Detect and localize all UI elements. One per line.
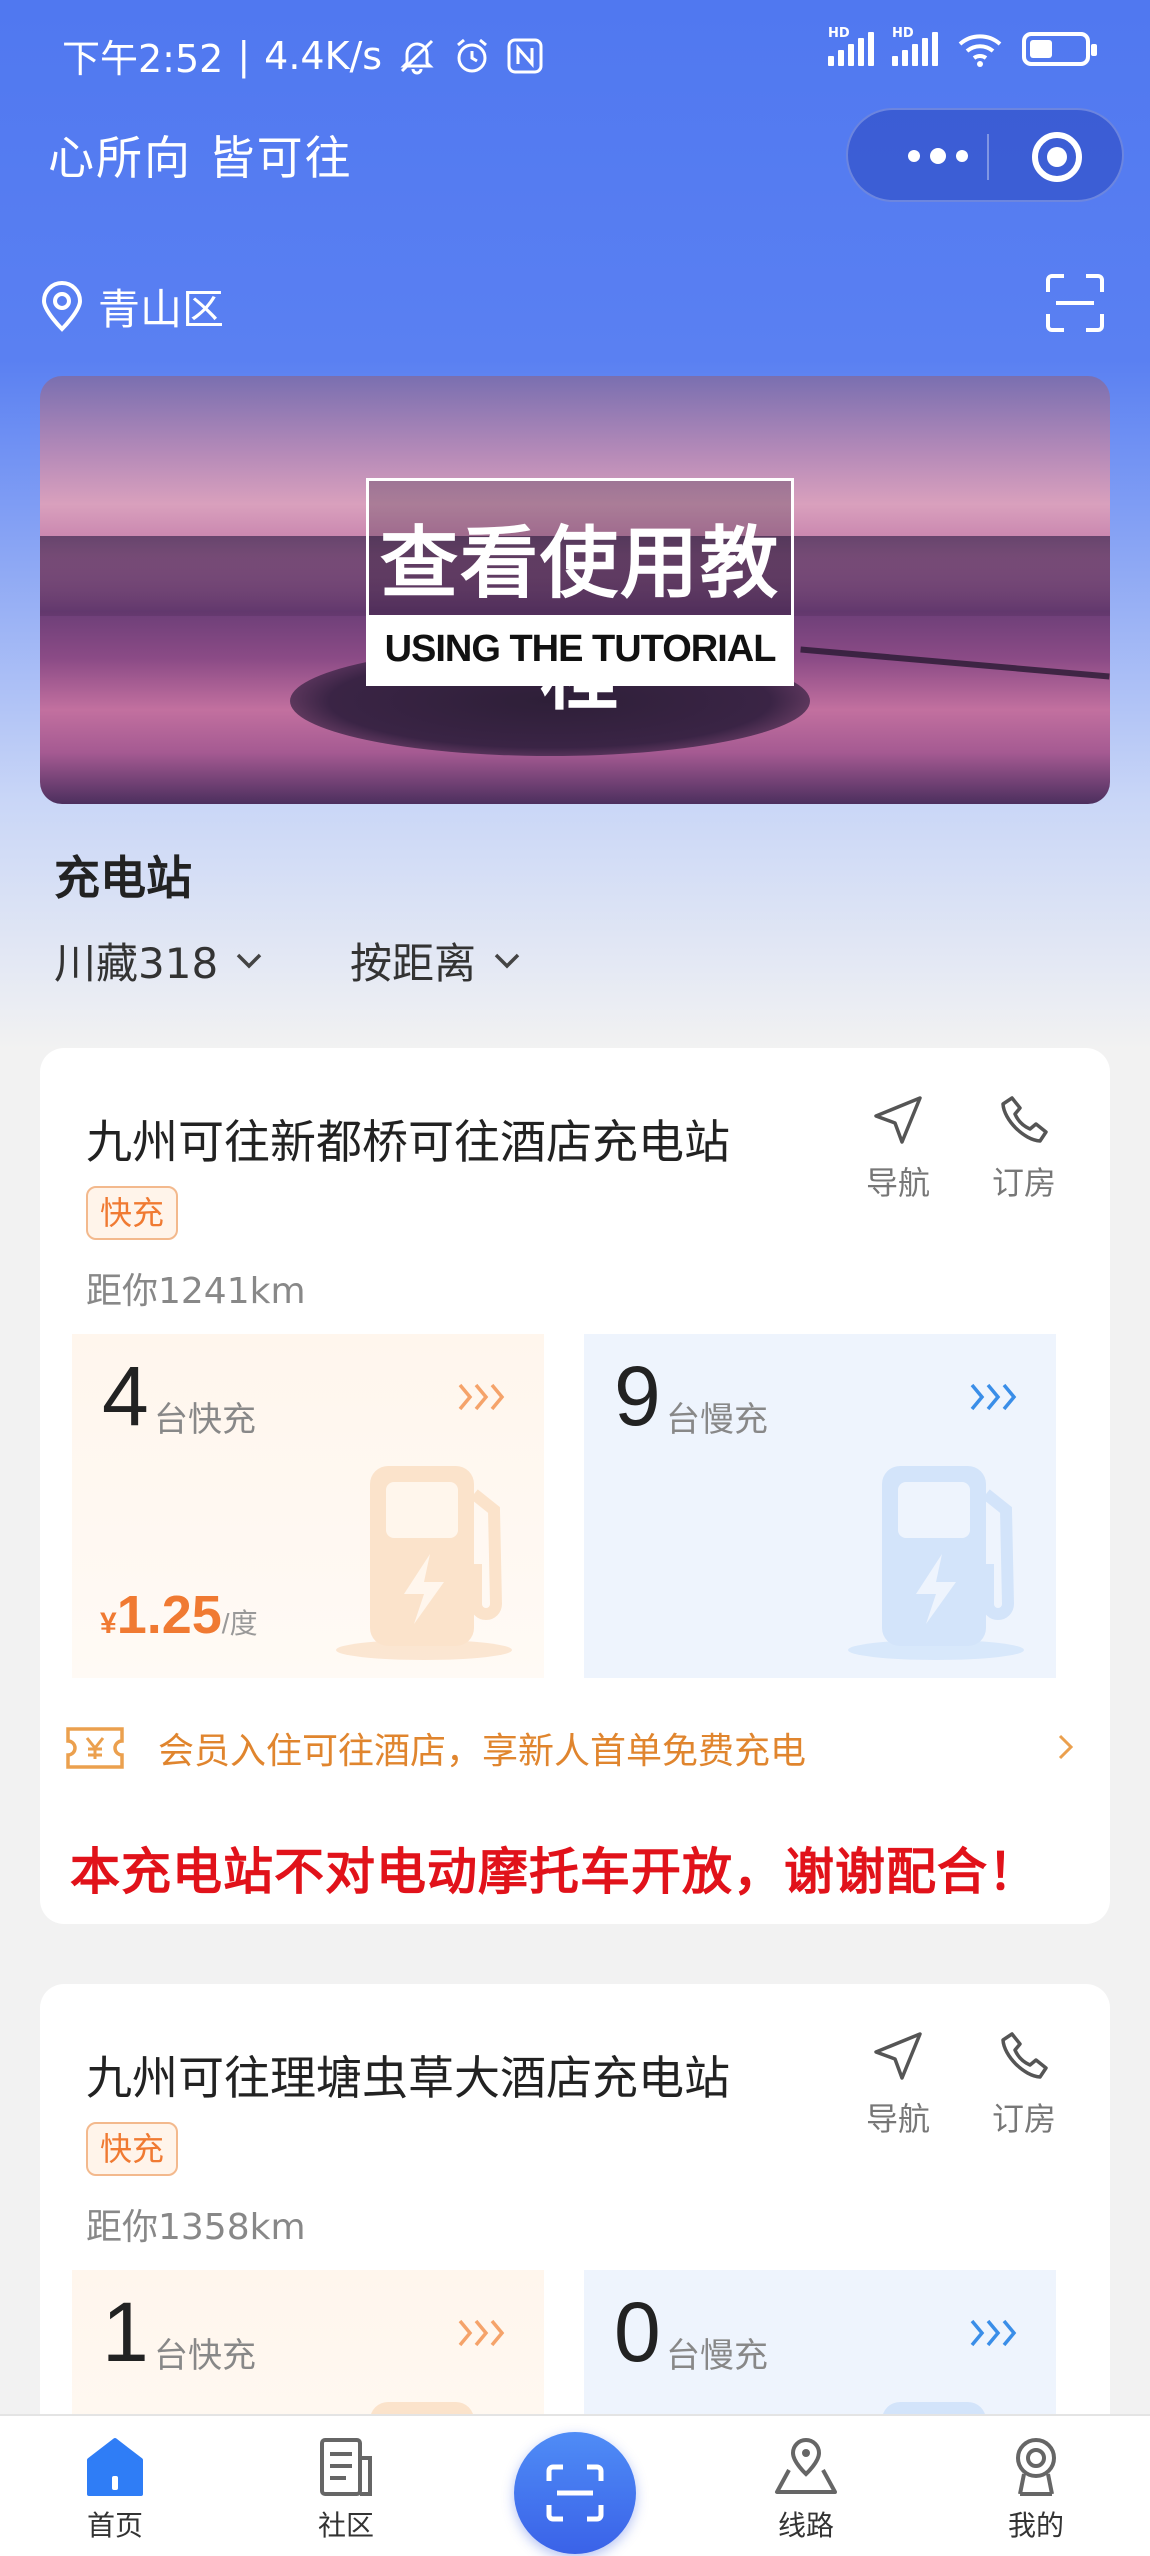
- nfc-icon: [507, 38, 543, 73]
- scan-icon[interactable]: [1044, 272, 1106, 334]
- banner-title-box: 查看使用教程 USING THE TUTORIAL: [366, 478, 794, 721]
- hd-label: HD: [828, 26, 850, 41]
- slow-charger-unit: 台慢充: [666, 2336, 768, 2376]
- slow-charger-count: 0: [614, 2285, 661, 2379]
- tab-mine[interactable]: 我的: [966, 2436, 1106, 2544]
- promo-text: 会员入住可往酒店，享新人首单免费充电: [158, 1731, 807, 1772]
- charging-pump-icon: [848, 1466, 1024, 1660]
- triple-chevron-orange-icon: [458, 2319, 505, 2347]
- book-room-button[interactable]: 订房: [984, 2026, 1064, 2140]
- close-target-icon[interactable]: [1032, 132, 1082, 182]
- tab-home-label: 首页: [86, 2509, 143, 2542]
- alarm-icon: [457, 38, 488, 72]
- station-distance: 距你1241km: [86, 1271, 306, 1312]
- route-map-pin-icon: [775, 2438, 837, 2494]
- navigate-arrow-icon: [874, 2032, 922, 2080]
- location-city: 青山区: [98, 285, 225, 334]
- mute-bell-icon: [400, 39, 434, 74]
- station-notice: 本充电站不对电动摩托车开放，谢谢配合！: [70, 1843, 1039, 1901]
- location-pin-icon: [41, 280, 83, 332]
- mini-program-capsule: [846, 108, 1124, 202]
- banner-title-cn: 查看使用教程: [379, 518, 780, 721]
- navigate-label: 导航: [865, 2100, 930, 2138]
- community-doc-icon: [320, 2438, 372, 2496]
- wifi-icon: [958, 34, 1002, 67]
- slow-charger-unit: 台慢充: [666, 1400, 768, 1440]
- fast-charger-count: 4: [102, 1349, 149, 1443]
- slow-charger-box[interactable]: 9 台慢充: [584, 1334, 1056, 1678]
- chevron-down-icon: [236, 953, 262, 968]
- status-time: 下午2:52: [62, 37, 224, 81]
- triple-chevron-orange-icon: [458, 1383, 505, 1411]
- signal-icon: HD: [828, 26, 874, 66]
- station-distance: 距你1358km: [86, 2207, 306, 2248]
- phone-icon: [1001, 2032, 1048, 2079]
- triple-chevron-blue-icon: [970, 2319, 1017, 2347]
- tab-community[interactable]: 社区: [276, 2436, 416, 2544]
- fast-charge-tag: 快充: [86, 1186, 179, 1240]
- book-room-label: 订房: [991, 1164, 1056, 1202]
- banner-title-en: USING THE TUTORIAL: [369, 615, 791, 683]
- user-profile-icon: [1016, 2438, 1056, 2496]
- tutorial-banner[interactable]: 查看使用教程 USING THE TUTORIAL: [40, 376, 1110, 804]
- route-filter-dropdown[interactable]: 川藏318: [54, 930, 264, 991]
- fast-charger-unit: 台快充: [154, 2336, 256, 2376]
- navigate-label: 导航: [865, 1164, 930, 1202]
- app-title: 心所向 皆可往: [48, 131, 353, 185]
- coupon-ticket-icon: [66, 1727, 124, 1769]
- navigate-button[interactable]: 导航: [858, 1090, 938, 1204]
- home-icon: [87, 2438, 143, 2496]
- member-promo-banner[interactable]: 会员入住可往酒店，享新人首单免费充电: [64, 1718, 1084, 1778]
- banner-bridge: [800, 646, 1110, 680]
- fast-charge-tag: 快充: [86, 2122, 179, 2176]
- capsule-divider: [987, 134, 989, 180]
- chevron-down-icon: [494, 953, 520, 968]
- signal-icon-2: HD: [892, 26, 938, 66]
- location-selector[interactable]: 青山区: [38, 276, 224, 337]
- price: ¥1.25/度: [100, 1584, 258, 1646]
- tab-mine-label: 我的: [1007, 2509, 1064, 2542]
- phone-icon: [1001, 1096, 1048, 1143]
- book-room-button[interactable]: 订房: [984, 1090, 1064, 1204]
- station-card[interactable]: 九州可往新都桥可往酒店充电站 导航 订房 快充 距你1241km 4 台快充 ¥…: [40, 1048, 1110, 1924]
- navigate-button[interactable]: 导航: [858, 2026, 938, 2140]
- fast-charger-box[interactable]: 4 台快充 ¥1.25/度: [72, 1334, 544, 1678]
- more-icon[interactable]: [888, 136, 988, 176]
- price-unit: /度: [221, 1608, 258, 1639]
- station-name: 九州可往新都桥可往酒店充电站: [86, 1115, 730, 1169]
- fast-charger-unit: 台快充: [154, 1400, 256, 1440]
- route-filter-label: 川藏318: [54, 939, 219, 988]
- scan-qr-icon: [546, 2464, 604, 2522]
- charging-pump-icon: [336, 1466, 512, 1660]
- tab-route-label: 线路: [777, 2509, 834, 2542]
- center-scan-button[interactable]: [514, 2432, 636, 2554]
- section-title: 充电站: [54, 851, 192, 905]
- station-name: 九州可往理塘虫草大酒店充电站: [86, 2051, 730, 2105]
- slow-charger-count: 9: [614, 1349, 661, 1443]
- sort-filter-label: 按距离: [350, 939, 477, 988]
- book-room-label: 订房: [991, 2100, 1056, 2138]
- network-speed: 4.4K/s: [264, 33, 383, 78]
- tab-home[interactable]: 首页: [45, 2436, 185, 2544]
- price-symbol: ¥: [100, 1607, 117, 1640]
- tab-route[interactable]: 线路: [736, 2436, 876, 2544]
- hd-label-2: HD: [892, 26, 914, 41]
- status-bar: 下午2:52 | 4.4K/s HD HD: [0, 0, 1150, 110]
- status-separator: |: [237, 33, 251, 78]
- navigate-arrow-icon: [874, 1096, 922, 1144]
- triple-chevron-blue-icon: [970, 1383, 1017, 1411]
- battery-icon: [1022, 32, 1097, 66]
- sort-filter-dropdown[interactable]: 按距离: [350, 930, 522, 991]
- chevron-right-icon: [1058, 1734, 1074, 1760]
- price-value: 1.25: [116, 1585, 222, 1645]
- fast-charger-count: 1: [102, 2285, 149, 2379]
- tab-community-label: 社区: [317, 2509, 374, 2542]
